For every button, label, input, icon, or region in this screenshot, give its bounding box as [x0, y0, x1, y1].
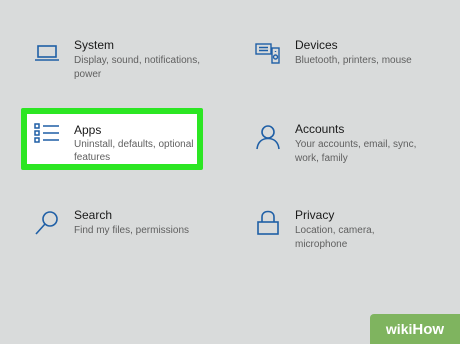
tile-description: Find my files, permissions — [74, 225, 190, 236]
settings-tile-accounts[interactable]: Accounts Your accounts, email, sync, wor… — [255, 122, 445, 168]
settings-tile-privacy[interactable]: Privacy Location, camera, microphone — [255, 208, 445, 250]
settings-tile-devices[interactable]: Devices Bluetooth, printers, mouse — [255, 38, 445, 84]
tile-description: Uninstall, defaults, optional features — [74, 139, 194, 163]
apps-list-icon — [34, 122, 60, 148]
wikihow-watermark: wiki How — [370, 314, 460, 344]
tile-description: Display, sound, notifications, power — [74, 55, 200, 80]
tile-title: Apps — [74, 123, 102, 137]
person-icon — [255, 124, 281, 150]
settings-tile-system[interactable]: System Display, sound, notifications, po… — [34, 38, 214, 84]
tile-description: Your accounts, email, sync, work, family — [295, 139, 417, 164]
watermark-prefix: wiki — [385, 321, 413, 337]
tile-title: System — [74, 38, 115, 52]
tile-title: Search — [74, 208, 113, 222]
settings-tile-search[interactable]: Search Find my files, permissions — [34, 208, 214, 244]
tile-description: Bluetooth, printers, mouse — [295, 55, 412, 66]
search-icon — [34, 210, 60, 236]
tile-title: Privacy — [295, 208, 335, 222]
devices-icon — [255, 40, 281, 66]
apps-tile-highlight: Apps Uninstall, defaults, optional featu… — [21, 108, 203, 170]
tile-description: Location, camera, microphone — [295, 225, 375, 250]
tile-title: Devices — [295, 38, 338, 52]
lock-icon — [255, 210, 281, 236]
laptop-icon — [34, 40, 60, 66]
tile-title: Accounts — [295, 122, 345, 136]
settings-tile-apps[interactable]: Apps Uninstall, defaults, optional featu… — [27, 114, 197, 164]
watermark-suffix: How — [412, 320, 445, 338]
